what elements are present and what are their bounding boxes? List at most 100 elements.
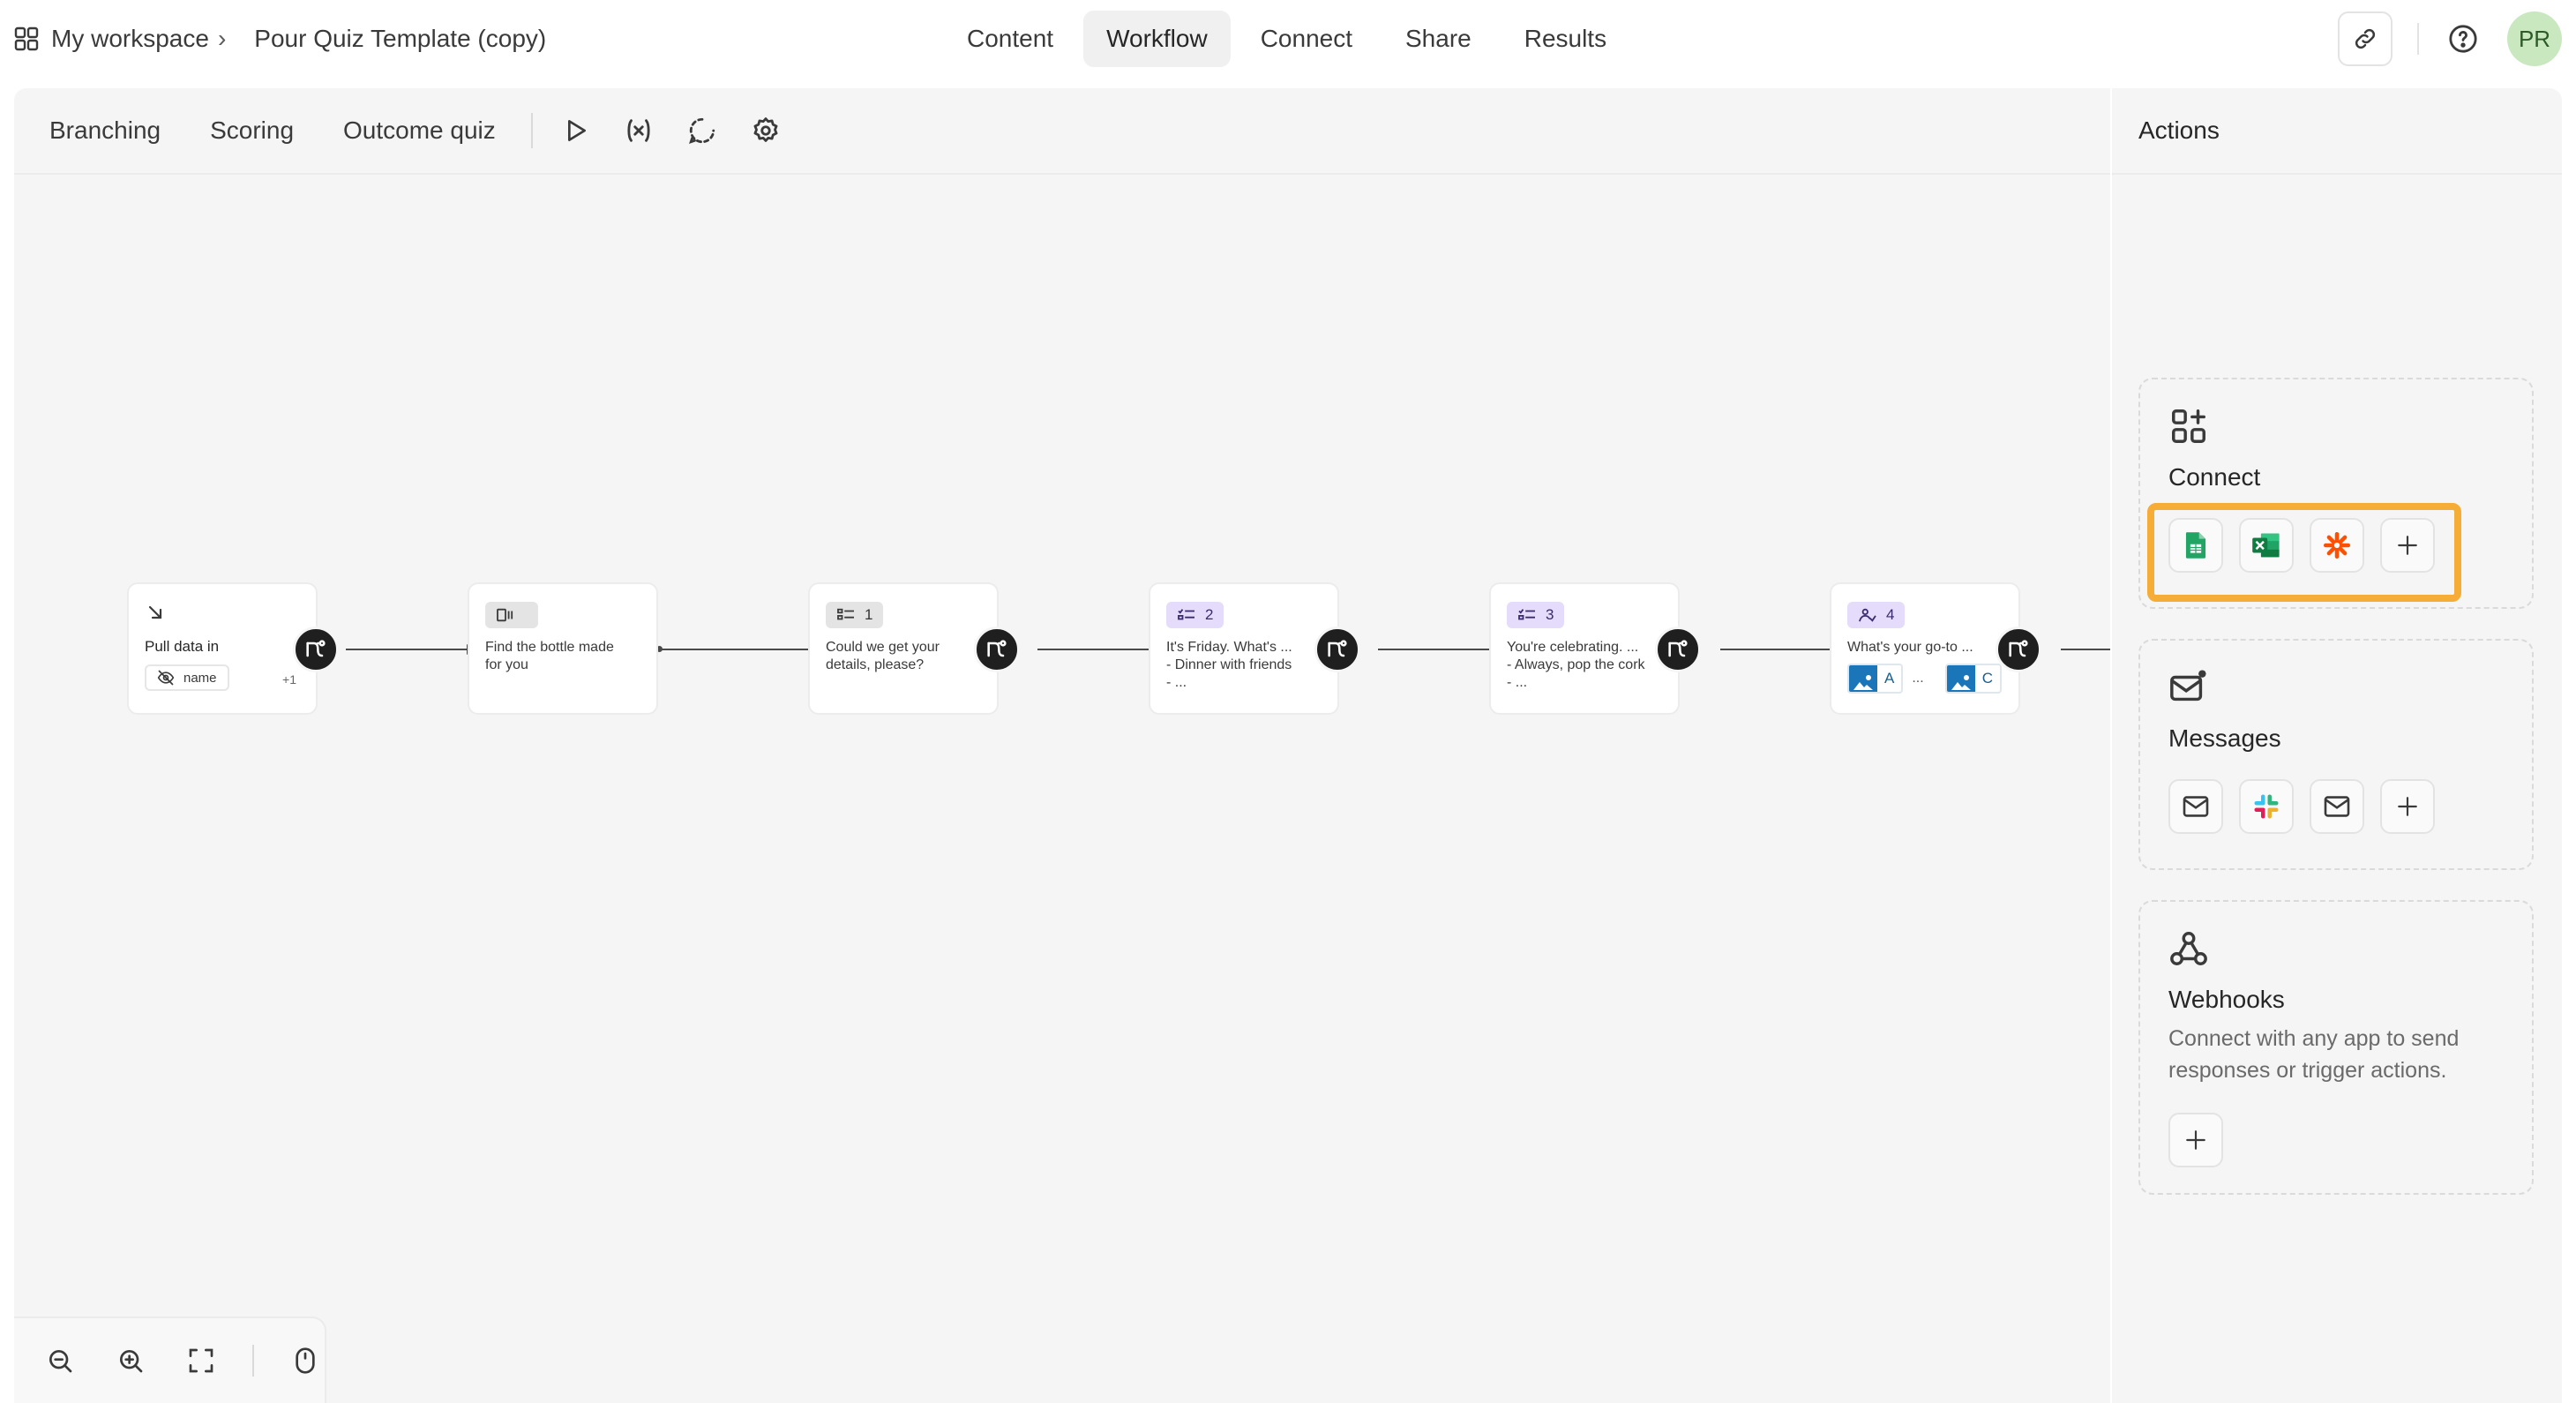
message-notification-icon xyxy=(2170,670,2206,702)
divider xyxy=(530,113,533,148)
google-sheets-icon xyxy=(2185,532,2206,559)
node-text: Could we get your details, please? xyxy=(826,640,940,672)
node-badge: 3 xyxy=(1507,602,1565,628)
add-integration-button[interactable] xyxy=(2380,518,2435,573)
webhooks-description: Connect with any app to send responses o… xyxy=(2168,1026,2460,1083)
main-nav-tabs: Content Workflow Connect Share Results xyxy=(944,11,1629,67)
tab-content[interactable]: Content xyxy=(944,11,1076,67)
node-badge xyxy=(485,602,538,628)
add-icon xyxy=(2398,536,2417,555)
excel-icon xyxy=(2252,533,2280,558)
tab-connect[interactable]: Connect xyxy=(1238,11,1375,67)
add-icon xyxy=(2398,797,2417,816)
welcome-screen-node[interactable]: Find the bottle made for you xyxy=(468,582,658,715)
picture-choice-option: A xyxy=(1847,664,1904,694)
settings-button[interactable] xyxy=(741,106,790,155)
question-node-2[interactable]: 2 It's Friday. What's ... - Dinner with … xyxy=(1149,582,1360,715)
node-badge: 1 xyxy=(826,602,884,628)
connect-card: Connect xyxy=(2138,378,2534,609)
edge xyxy=(1378,649,1501,650)
node-text: You're celebrating. ... - Always, pop th… xyxy=(1507,640,1645,690)
picture-choice-option: C xyxy=(1944,664,2002,694)
loop-icon xyxy=(688,117,715,144)
zoom-in-button[interactable] xyxy=(111,1341,150,1380)
node-title: Pull data in xyxy=(145,638,220,655)
fit-view-button[interactable] xyxy=(182,1341,221,1380)
arrow-down-right-icon xyxy=(148,605,162,619)
hidden-field-pill: name xyxy=(145,664,229,691)
avatar[interactable]: PR xyxy=(2507,11,2562,66)
google-sheets-button[interactable] xyxy=(2168,518,2223,573)
email-notification-button[interactable] xyxy=(2168,779,2223,834)
more-options-ellipsis: ... xyxy=(1912,671,1924,686)
add-message-button[interactable] xyxy=(2380,779,2435,834)
zoom-out-button[interactable] xyxy=(41,1341,79,1380)
help-button[interactable] xyxy=(2444,19,2482,58)
question-node-3[interactable]: 3 You're celebrating. ... - Always, pop … xyxy=(1489,582,1701,715)
actions-panel-title: Actions xyxy=(2112,88,2562,175)
branch-icon xyxy=(1668,640,1688,657)
copy-link-button[interactable] xyxy=(2338,11,2393,66)
edge xyxy=(660,649,817,650)
excel-button[interactable] xyxy=(2239,518,2294,573)
question-number: 1 xyxy=(865,606,873,623)
add-icon xyxy=(2186,1130,2205,1150)
form-title[interactable]: Pour Quiz Template (copy) xyxy=(254,25,546,53)
messages-integrations xyxy=(2168,779,2504,834)
question-number: 2 xyxy=(1205,606,1214,623)
node-badge: 2 xyxy=(1166,602,1224,628)
slack-button[interactable] xyxy=(2239,779,2294,834)
mouse-mode-button[interactable] xyxy=(286,1341,325,1380)
slack-icon xyxy=(2254,794,2279,819)
node-text: Find the bottle made for you xyxy=(485,640,614,672)
apps-grid-icon[interactable] xyxy=(14,26,39,51)
branch-button[interactable] xyxy=(1314,626,1360,672)
node-badge: 4 xyxy=(1847,602,1906,628)
question-node-4[interactable]: 4 What's your go-to ... A ... C xyxy=(1830,582,2041,715)
question-node-1[interactable]: 1 Could we get your details, please? xyxy=(808,582,1020,715)
tab-share[interactable]: Share xyxy=(1382,11,1494,67)
connect-apps-icon xyxy=(2172,409,2205,443)
picture-choice-icon xyxy=(1859,608,1876,622)
link-icon xyxy=(2355,28,2376,49)
email-icon xyxy=(2183,796,2209,817)
more-fields-count: +1 xyxy=(282,672,296,686)
workspace-link[interactable]: My workspace xyxy=(51,25,209,53)
canvas-toolbar: Branching Scoring Outcome quiz xyxy=(14,88,2110,175)
preview-button[interactable] xyxy=(550,106,600,155)
scoring-button[interactable]: Scoring xyxy=(196,104,308,157)
branch-icon xyxy=(1328,640,1347,657)
branch-icon xyxy=(987,640,1007,657)
pull-data-node[interactable]: Pull data in name +1 xyxy=(127,582,339,715)
variables-button[interactable] xyxy=(614,106,663,155)
zapier-button[interactable] xyxy=(2310,518,2364,573)
tab-workflow[interactable]: Workflow xyxy=(1083,11,1231,67)
tab-results[interactable]: Results xyxy=(1501,11,1629,67)
branch-button[interactable] xyxy=(1655,626,1701,672)
mouse-icon xyxy=(296,1347,315,1374)
outcome-quiz-button[interactable]: Outcome quiz xyxy=(329,104,510,157)
hidden-field-name: name xyxy=(183,670,217,686)
zapier-icon xyxy=(2323,531,2351,559)
image-icon xyxy=(1849,665,1877,692)
option-letter: C xyxy=(1981,670,1993,686)
eye-off-icon xyxy=(157,670,175,686)
zoom-in-icon xyxy=(120,1350,143,1373)
loop-button[interactable] xyxy=(678,106,727,155)
breadcrumb-chevron-icon: › xyxy=(217,25,227,52)
branching-button[interactable]: Branching xyxy=(35,104,175,157)
messages-card: Messages xyxy=(2138,639,2534,870)
branch-button[interactable] xyxy=(293,626,339,672)
webhooks-title: Webhooks xyxy=(2168,986,2285,1013)
add-webhook-button[interactable] xyxy=(2168,1113,2223,1167)
branch-button[interactable] xyxy=(1996,626,2041,672)
question-number: 3 xyxy=(1546,606,1554,623)
branch-button[interactable] xyxy=(974,626,1020,672)
email-respondent-button[interactable] xyxy=(2310,779,2364,834)
zoom-toolbar xyxy=(14,1317,326,1403)
contact-info-icon xyxy=(837,608,854,620)
webhooks-actions xyxy=(2168,1113,2504,1167)
image-icon xyxy=(1946,665,1975,692)
help-icon xyxy=(2449,25,2477,53)
workflow-canvas[interactable]: Branching Scoring Outcome quiz Pull data… xyxy=(14,88,2110,1403)
